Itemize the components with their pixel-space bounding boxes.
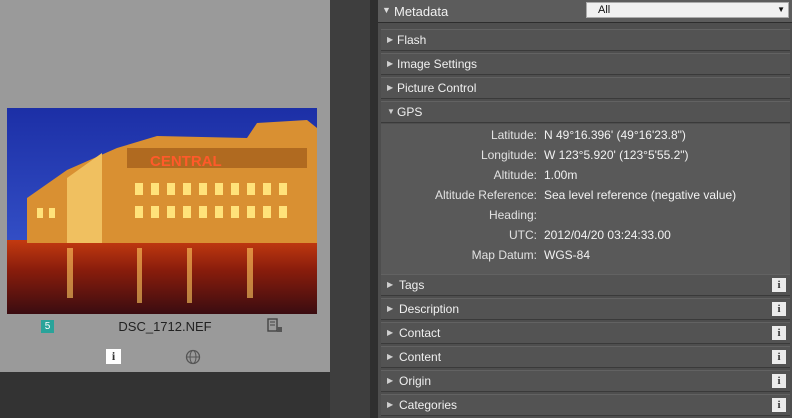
gps-key: Longitude:	[480, 148, 537, 162]
section-categories[interactable]: ▶ Categories i	[381, 394, 790, 416]
panel-divider[interactable]	[370, 0, 378, 418]
gps-key: Map Datum:	[471, 248, 537, 262]
photo-thumbnail[interactable]: CENTRAL	[7, 108, 317, 314]
info-icon[interactable]: i	[772, 398, 786, 412]
metadata-header[interactable]: ▼ Metadata All ▼	[378, 0, 792, 23]
gps-row-utc: UTC: 2012/04/20 03:24:33.00	[381, 225, 790, 245]
info-icon[interactable]: i	[772, 374, 786, 388]
section-flash[interactable]: ▶ Flash	[381, 29, 790, 51]
gps-value[interactable]: W 123°5.920' (123°5'55.2")	[544, 148, 689, 162]
info-icon[interactable]: i	[106, 349, 121, 364]
globe-icon[interactable]	[185, 349, 201, 365]
metadata-filter-value: All	[598, 4, 611, 16]
section-label: Content	[399, 350, 442, 364]
chevron-right-icon: ▶	[387, 83, 394, 92]
gps-key: Latitude:	[490, 128, 537, 142]
gps-key: UTC:	[509, 228, 537, 242]
gps-value[interactable]: WGS-84	[544, 248, 590, 262]
section-origin[interactable]: ▶ Origin i	[381, 370, 790, 392]
gps-row-altitude: Altitude: 1.00m	[381, 165, 790, 185]
section-description[interactable]: ▶ Description i	[381, 298, 790, 320]
section-label: Contact	[399, 326, 441, 340]
rating-badge[interactable]: 5	[41, 320, 54, 333]
gps-fields: Latitude: N 49°16.396' (49°16'23.8") Lon…	[381, 124, 790, 274]
chevron-right-icon: ▶	[387, 304, 394, 313]
gps-row-latitude: Latitude: N 49°16.396' (49°16'23.8")	[381, 125, 790, 145]
chevron-down-icon[interactable]: ▼	[382, 5, 391, 15]
section-picture-control[interactable]: ▶ Picture Control	[381, 77, 790, 99]
gps-key: Altitude Reference:	[434, 188, 537, 202]
gps-key: Altitude:	[493, 168, 537, 182]
metadata-filter-select[interactable]: All ▼	[586, 2, 789, 18]
section-label: GPS	[397, 105, 423, 119]
building-sign: CENTRAL	[150, 153, 222, 170]
section-gps[interactable]: ▼ GPS	[381, 101, 790, 123]
gps-row-longitude: Longitude: W 123°5.920' (123°5'55.2")	[381, 145, 790, 165]
photo-image: CENTRAL	[7, 108, 317, 314]
thumbnail-footer	[0, 372, 330, 418]
gps-value[interactable]: 2012/04/20 03:24:33.00	[544, 228, 671, 242]
section-label: Origin	[399, 374, 432, 388]
gps-row-map-datum: Map Datum: WGS-84	[381, 245, 790, 265]
chevron-down-icon: ▼	[387, 107, 395, 116]
section-contact[interactable]: ▶ Contact i	[381, 322, 790, 344]
gps-value[interactable]: Sea level reference (negative value)	[544, 188, 736, 202]
section-label: Categories	[399, 398, 458, 412]
section-label: Picture Control	[397, 81, 477, 95]
chevron-right-icon: ▶	[387, 280, 394, 289]
metadata-panel: ▼ Metadata All ▼ ▶ Flash ▶ Image Setting…	[378, 0, 792, 418]
section-image-settings[interactable]: ▶ Image Settings	[381, 53, 790, 75]
info-icon[interactable]: i	[772, 302, 786, 316]
section-label: Tags	[399, 278, 425, 292]
thumbnail-pane: CENTRAL 5 DSC_1712.NEF	[0, 0, 330, 372]
section-label: Image Settings	[397, 57, 478, 71]
section-label: Flash	[397, 33, 427, 47]
gps-value[interactable]: 1.00m	[544, 168, 577, 182]
chevron-right-icon: ▶	[387, 352, 394, 361]
file-name: DSC_1712.NEF	[118, 319, 212, 334]
gps-key: Heading:	[488, 208, 537, 222]
section-content[interactable]: ▶ Content i	[381, 346, 790, 368]
dropdown-arrow-icon: ▼	[777, 5, 785, 14]
chevron-right-icon: ▶	[387, 376, 394, 385]
info-icon[interactable]: i	[772, 278, 786, 292]
edit-icon[interactable]	[267, 318, 283, 334]
section-label: Description	[399, 302, 460, 316]
metadata-title: Metadata	[394, 4, 449, 19]
info-icon[interactable]: i	[772, 350, 786, 364]
chevron-right-icon: ▶	[387, 35, 394, 44]
chevron-right-icon: ▶	[387, 400, 394, 409]
chevron-right-icon: ▶	[387, 328, 394, 337]
info-icon[interactable]: i	[772, 326, 786, 340]
section-tags[interactable]: ▶ Tags i	[381, 274, 790, 296]
gps-row-altitude-reference: Altitude Reference: Sea level reference …	[381, 185, 790, 205]
gps-value[interactable]: N 49°16.396' (49°16'23.8")	[544, 128, 686, 142]
gps-row-heading: Heading:	[381, 205, 790, 225]
chevron-right-icon: ▶	[387, 59, 394, 68]
